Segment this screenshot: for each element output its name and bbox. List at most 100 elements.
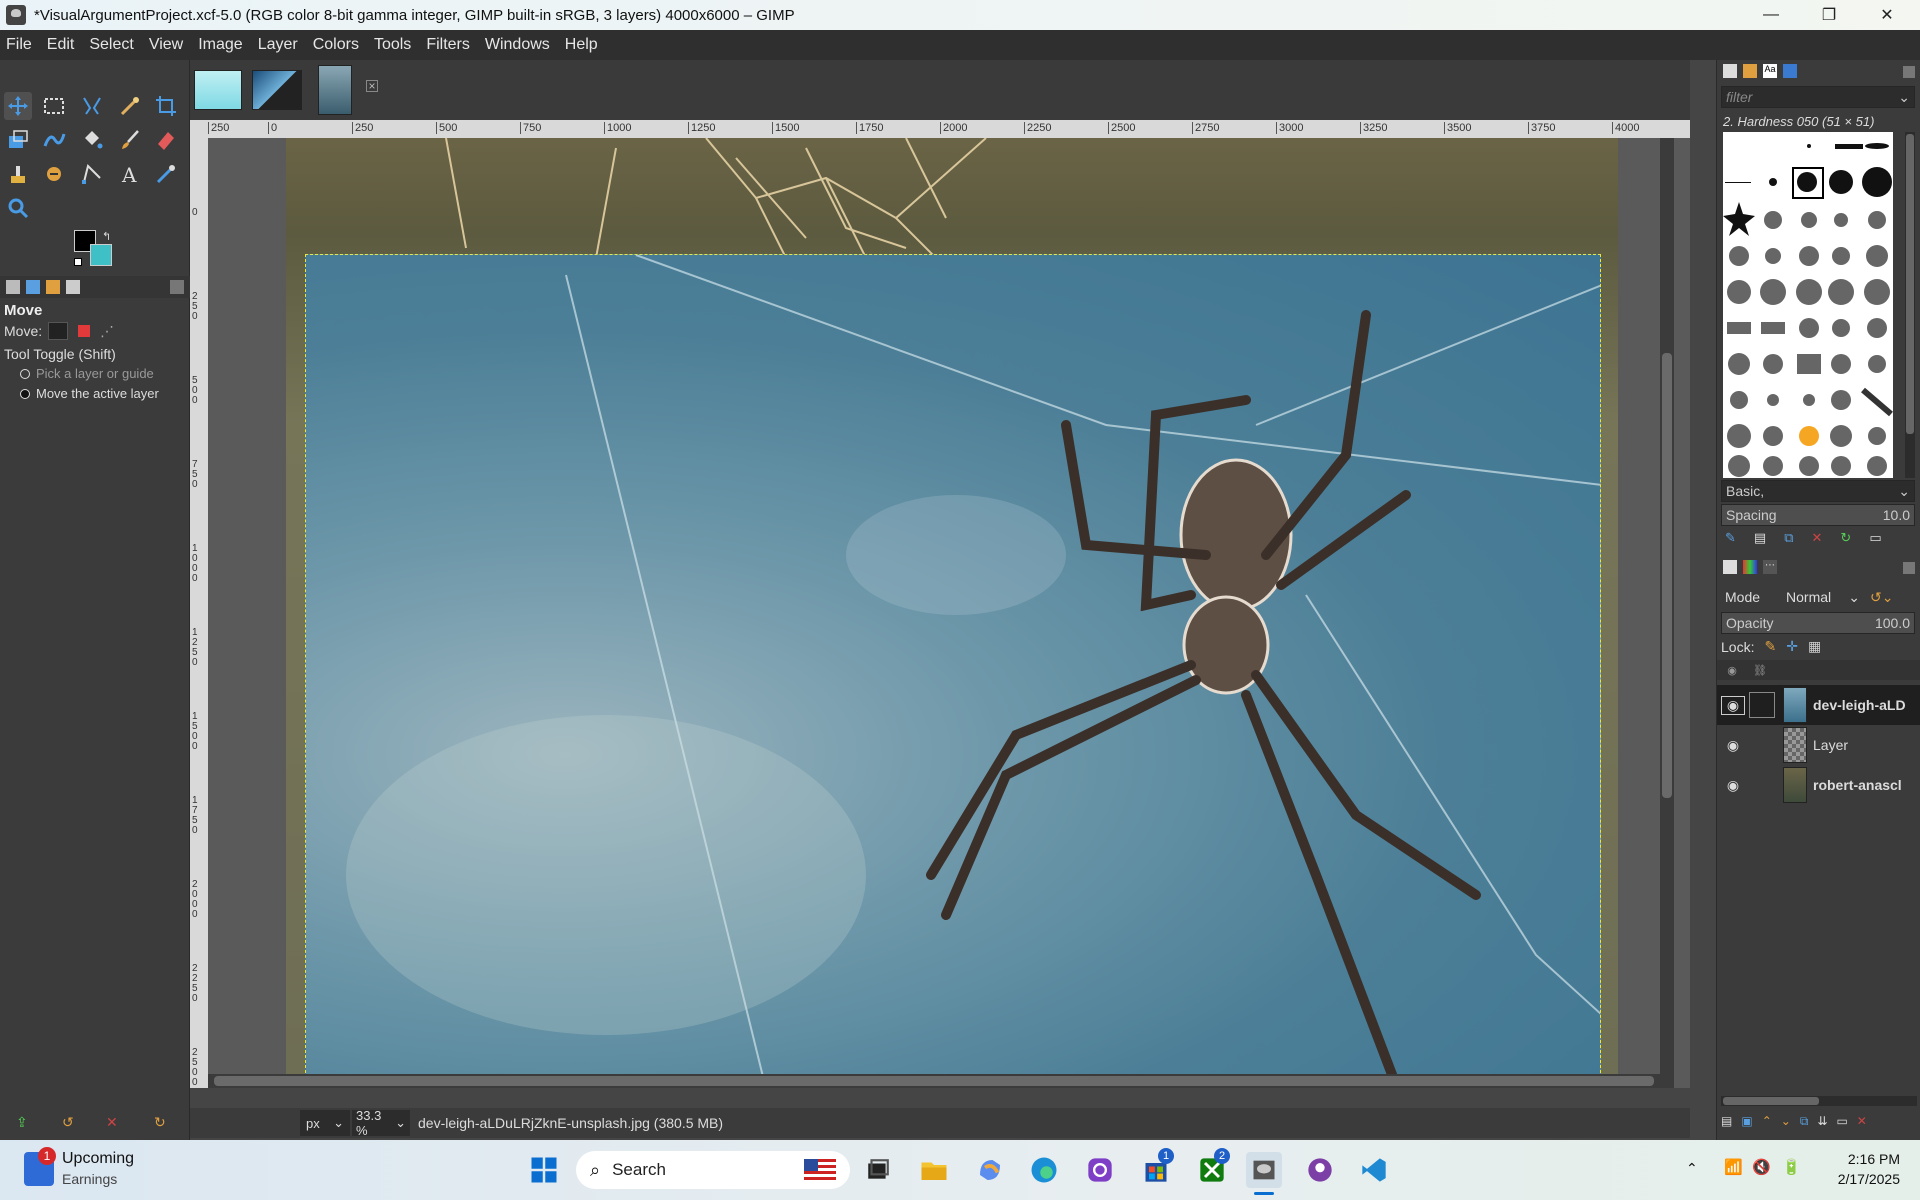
raise-layer-icon[interactable]: ⌃ xyxy=(1762,1114,1772,1129)
warp-transform-tool-icon[interactable] xyxy=(40,126,68,154)
menu-view[interactable]: View xyxy=(149,36,183,54)
new-brush-icon[interactable]: ▤ xyxy=(1754,530,1766,546)
move-layer-mode-icon[interactable] xyxy=(48,322,69,340)
file-explorer-icon[interactable] xyxy=(916,1152,952,1188)
lower-layer-icon[interactable]: ⌄ xyxy=(1781,1114,1791,1129)
spacing-slider[interactable]: Spacing 10.0 xyxy=(1721,504,1915,526)
delete-tool-preset-icon[interactable]: ✕ xyxy=(106,1114,118,1131)
eye-icon[interactable]: ◉ xyxy=(1721,737,1745,754)
active-layer-image[interactable] xyxy=(305,254,1601,1088)
duplicate-brush-icon[interactable]: ⧉ xyxy=(1784,530,1793,546)
horizontal-ruler[interactable]: 250 0 250 500 750 1000 1250 1500 1750 2000 2250 250… xyxy=(190,120,1690,138)
zoom-tool-icon[interactable] xyxy=(4,194,32,222)
smudge-tool-icon[interactable] xyxy=(40,160,68,188)
widget-title[interactable]: Upcoming xyxy=(62,1150,134,1168)
new-layer-group-icon[interactable]: ▣ xyxy=(1741,1114,1752,1129)
refresh-brushes-icon[interactable]: ↻ xyxy=(1840,530,1851,546)
save-tool-preset-icon[interactable]: ⇪ xyxy=(16,1114,28,1131)
menu-edit[interactable]: Edit xyxy=(47,36,75,54)
brush-grid[interactable] xyxy=(1723,132,1893,478)
configure-tab-icon[interactable] xyxy=(1903,66,1915,78)
color-picker-tool-icon[interactable] xyxy=(152,160,180,188)
menu-tools[interactable]: Tools xyxy=(374,36,411,54)
free-select-tool-icon[interactable] xyxy=(78,92,106,120)
fuzzy-select-tool-icon[interactable] xyxy=(116,92,144,120)
layer-row-robert-anascl[interactable]: ◉ robert-anascl xyxy=(1717,765,1920,805)
menu-select[interactable]: Select xyxy=(89,36,133,54)
maximize-button[interactable]: ❐ xyxy=(1800,0,1858,30)
layers-tab-icon[interactable] xyxy=(1723,560,1737,574)
vertical-ruler[interactable]: 0250500750100012501500175020002250250027… xyxy=(190,138,208,1088)
clock-date[interactable]: 2/17/2025 xyxy=(1810,1171,1900,1187)
default-colors-icon[interactable] xyxy=(74,258,82,266)
text-tool-icon[interactable]: A xyxy=(116,160,144,188)
merge-layer-icon[interactable]: ⇊ xyxy=(1817,1114,1827,1129)
opacity-slider[interactable]: Opacity 100.0 xyxy=(1721,612,1915,634)
chain-toggle[interactable] xyxy=(1749,732,1775,758)
chain-toggle[interactable] xyxy=(1749,772,1775,798)
vscode-icon[interactable] xyxy=(1356,1152,1392,1188)
horizontal-scrollbar[interactable] xyxy=(208,1074,1674,1088)
brushes-tab-icon[interactable] xyxy=(1723,64,1737,78)
edge-browser-icon[interactable] xyxy=(1026,1152,1062,1188)
show-hidden-icons-icon[interactable]: ⌃ xyxy=(1686,1160,1698,1177)
menu-file[interactable]: File xyxy=(6,36,32,54)
brush-filter-input[interactable]: filter ⌄ xyxy=(1721,86,1915,108)
patterns-tab-icon[interactable] xyxy=(1743,64,1757,78)
menu-colors[interactable]: Colors xyxy=(313,36,359,54)
brush-preset-select[interactable]: Basic, ⌄ xyxy=(1721,480,1915,502)
wifi-icon[interactable]: 📶 xyxy=(1724,1158,1743,1176)
lock-position-icon[interactable]: ✛ xyxy=(1786,638,1798,655)
battery-icon[interactable]: 🔋 xyxy=(1782,1158,1801,1176)
move-tool-icon[interactable] xyxy=(4,92,32,120)
configure-tab-icon[interactable] xyxy=(1903,562,1915,574)
edit-brush-icon[interactable]: ✎ xyxy=(1725,530,1736,546)
menu-image[interactable]: Image xyxy=(198,36,242,54)
restore-tool-preset-icon[interactable]: ↺ xyxy=(62,1114,74,1131)
menu-filters[interactable]: Filters xyxy=(426,36,470,54)
move-selection-mode-icon[interactable] xyxy=(74,322,95,340)
taskbar-search-box[interactable]: ⌕ Search xyxy=(576,1151,850,1189)
undo-history-tab-icon[interactable] xyxy=(46,280,60,294)
podcast-app-icon[interactable] xyxy=(1302,1152,1338,1188)
swap-colors-icon[interactable]: ↰ xyxy=(102,230,111,243)
layers-scroll-thumb[interactable] xyxy=(1723,1097,1819,1105)
menu-layer[interactable]: Layer xyxy=(258,36,298,54)
new-layer-icon[interactable]: ▤ xyxy=(1721,1114,1732,1129)
unified-transform-tool-icon[interactable] xyxy=(4,126,32,154)
vertical-scroll-thumb[interactable] xyxy=(1662,353,1672,798)
open-brush-as-image-icon[interactable]: ▭ xyxy=(1869,530,1881,546)
brush-grid-scroll-thumb[interactable] xyxy=(1906,134,1914,434)
pick-layer-radio[interactable]: Pick a layer or guide xyxy=(20,366,154,381)
paths-tool-icon[interactable] xyxy=(78,160,106,188)
task-view-icon[interactable] xyxy=(860,1152,896,1188)
crop-tool-icon[interactable] xyxy=(152,92,180,120)
rect-select-tool-icon[interactable] xyxy=(40,92,68,120)
move-active-layer-radio[interactable]: Move the active layer xyxy=(20,386,159,401)
delete-brush-icon[interactable]: ✕ xyxy=(1812,530,1823,546)
gimp-taskbar-icon[interactable] xyxy=(1246,1152,1282,1188)
close-button[interactable]: ✕ xyxy=(1858,0,1916,30)
horizontal-scroll-thumb[interactable] xyxy=(214,1076,1654,1086)
menu-help[interactable]: Help xyxy=(565,36,598,54)
unit-selector[interactable]: px ⌄ xyxy=(300,1110,350,1136)
canvas-area[interactable] xyxy=(208,138,1690,1088)
chain-toggle[interactable] xyxy=(1749,692,1775,718)
eraser-tool-icon[interactable] xyxy=(152,126,180,154)
layer-row-layer[interactable]: ◉ Layer xyxy=(1717,725,1920,765)
move-path-mode-icon[interactable]: ⋰ xyxy=(100,323,114,340)
paths-tab-icon[interactable]: ⋯ xyxy=(1763,560,1777,574)
eye-icon[interactable]: ◉ xyxy=(1721,777,1745,794)
image-tab-2[interactable] xyxy=(252,70,302,110)
instagram-icon[interactable] xyxy=(1082,1152,1118,1188)
tool-options-tab-icon[interactable] xyxy=(6,280,20,294)
configure-tab-icon[interactable] xyxy=(170,280,184,294)
minimize-button[interactable]: — xyxy=(1742,0,1800,30)
zoom-selector[interactable]: 33.3 % ⌄ xyxy=(352,1108,410,1138)
device-status-tab-icon[interactable] xyxy=(26,280,40,294)
lock-alpha-icon[interactable]: ▦ xyxy=(1808,638,1821,655)
fonts-tab-icon[interactable]: Aa xyxy=(1763,64,1777,78)
lock-pixels-icon[interactable]: ✎ xyxy=(1764,638,1776,655)
bucket-fill-tool-icon[interactable] xyxy=(78,126,106,154)
images-tab-icon[interactable] xyxy=(66,280,80,294)
